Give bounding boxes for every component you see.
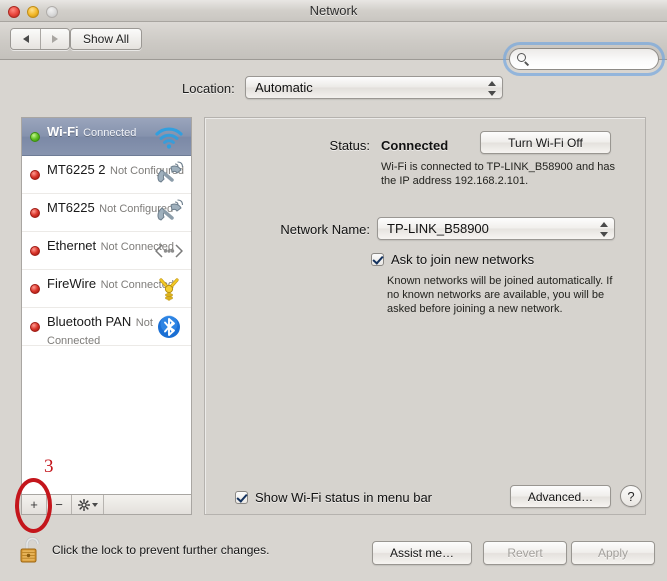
annotation-step-number: 3: [44, 456, 54, 477]
status-dot-red: [30, 246, 40, 256]
show-all-button[interactable]: Show All: [70, 28, 143, 50]
status-dot-green: [30, 132, 40, 142]
wifi-icon: [154, 123, 184, 151]
add-service-button[interactable]: +: [22, 495, 47, 514]
service-actions-button[interactable]: [72, 495, 104, 514]
title-bar: Network: [0, 0, 667, 22]
chevron-left-icon: [22, 35, 29, 43]
status-dot-red: [30, 284, 40, 294]
updown-arrows-icon: [599, 222, 608, 237]
status-label: Status:: [329, 138, 370, 153]
unlocked-padlock-icon[interactable]: [19, 535, 45, 565]
search-field[interactable]: [509, 48, 659, 70]
window-title: Network: [309, 3, 358, 18]
apply-button[interactable]: Apply: [571, 541, 655, 565]
show-wifi-status-label: Show Wi-Fi status in menu bar: [255, 490, 433, 505]
network-preferences-window: Network Show All Location: Automatic Wi-…: [0, 0, 667, 581]
assist-me-label: Assist me…: [389, 546, 454, 560]
ask-to-join-row[interactable]: Ask to join new networks: [371, 252, 534, 267]
wifi-detail-panel: Status: Connected Turn Wi-Fi Off Wi-Fi i…: [204, 117, 646, 515]
network-name-label: Network Name:: [280, 222, 370, 237]
sidebar-item-ethernet[interactable]: Ethernet Not Connected: [22, 232, 191, 270]
ethernet-icon: [154, 237, 184, 265]
gear-icon: [77, 498, 90, 511]
sidebar-item-text: Wi-Fi Connected: [47, 123, 136, 141]
modem-handset-icon: [154, 199, 184, 227]
search-field-wrapper: [509, 48, 659, 70]
revert-button[interactable]: Revert: [483, 541, 567, 565]
service-name: Ethernet: [47, 238, 97, 253]
advanced-label: Advanced…: [527, 489, 594, 504]
remove-service-button[interactable]: −: [47, 495, 72, 514]
back-button[interactable]: [11, 29, 40, 49]
status-dot-red: [30, 170, 40, 180]
apply-label: Apply: [597, 546, 629, 560]
service-name: MT6225: [47, 200, 95, 215]
search-input[interactable]: [534, 52, 644, 66]
add-service-label: +: [30, 497, 38, 512]
chevron-right-icon: [52, 35, 58, 43]
search-icon: [517, 53, 526, 62]
network-name-value: TP-LINK_B58900: [387, 221, 489, 236]
show-wifi-status-row[interactable]: Show Wi-Fi status in menu bar: [235, 490, 432, 505]
revert-label: Revert: [507, 546, 543, 560]
sidebar-item-mt6225[interactable]: MT6225 Not Configured: [22, 194, 191, 232]
location-popup-button[interactable]: Automatic: [245, 76, 503, 99]
bluetooth-icon: [154, 313, 184, 341]
service-name: Wi-Fi: [47, 124, 79, 139]
assist-me-button[interactable]: Assist me…: [372, 541, 472, 565]
show-wifi-status-checkbox[interactable]: [235, 491, 248, 504]
remove-service-label: −: [55, 497, 63, 512]
sidebar-item-bluetooth-pan[interactable]: Bluetooth PAN Not Connected: [22, 308, 191, 347]
sidebar-item-wifi[interactable]: Wi-Fi Connected: [22, 118, 191, 156]
ask-to-join-label: Ask to join new networks: [391, 252, 535, 267]
show-all-label: Show All: [83, 32, 130, 46]
help-label: ?: [627, 488, 635, 504]
navigation-buttons: [10, 28, 70, 50]
status-value: Connected: [381, 138, 449, 153]
chevron-down-icon: [91, 502, 98, 507]
network-name-popup-button[interactable]: TP-LINK_B58900: [377, 217, 615, 240]
service-status: Connected: [83, 127, 137, 139]
firewire-icon: [154, 275, 184, 303]
help-button[interactable]: ?: [620, 485, 642, 507]
forward-button[interactable]: [40, 29, 69, 49]
sidebar-item-mt6225-2[interactable]: MT6225 2 Not Configured: [22, 156, 191, 194]
lock-hint-text: Click the lock to prevent further change…: [52, 543, 270, 557]
service-name: MT6225 2: [47, 162, 106, 177]
location-row: Location: Automatic: [0, 74, 667, 104]
status-dot-red: [30, 322, 40, 332]
sidebar-item-firewire[interactable]: FireWire Not Connected: [22, 270, 191, 308]
turn-wifi-off-button[interactable]: Turn Wi-Fi Off: [480, 131, 611, 154]
ask-to-join-description: Known networks will be joined automatica…: [387, 275, 613, 315]
advanced-button[interactable]: Advanced…: [510, 485, 611, 508]
modem-handset-icon: [154, 161, 184, 189]
service-list-toolbar: + −: [21, 495, 192, 515]
location-label: Location:: [182, 81, 235, 96]
location-value: Automatic: [255, 80, 313, 95]
status-dot-red: [30, 208, 40, 218]
status-description: Wi-Fi is connected to TP-LINK_B58900 and…: [381, 161, 615, 187]
service-name: FireWire: [47, 276, 97, 291]
network-services-list[interactable]: Wi-Fi Connected MT6225 2 Not Configured: [21, 117, 192, 495]
service-name: Bluetooth PAN: [47, 314, 132, 329]
toolbar: Show All: [0, 22, 667, 70]
updown-arrows-icon: [487, 81, 496, 96]
ask-to-join-checkbox[interactable]: [371, 253, 384, 266]
turn-wifi-off-label: Turn Wi-Fi Off: [508, 135, 583, 150]
